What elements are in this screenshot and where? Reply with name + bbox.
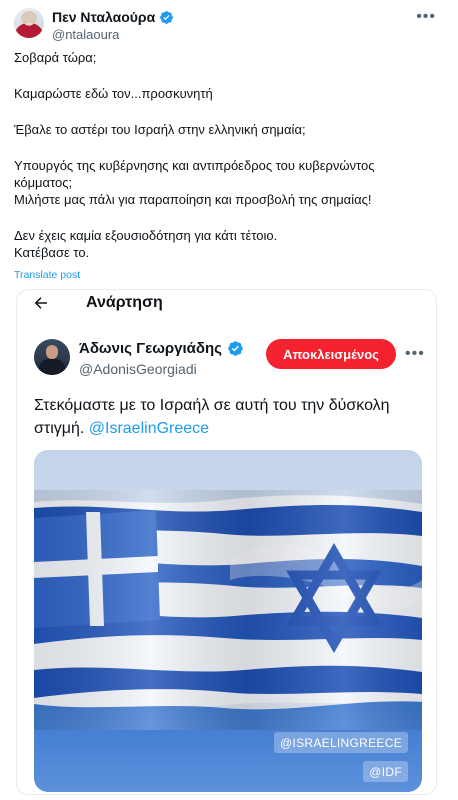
tweet-line: Μιλήστε μας πάλι για παραποίηση και προσ… — [14, 192, 372, 207]
author-display-name[interactable]: Πεν Νταλαούρα — [52, 9, 155, 25]
embed-post-text: Στεκόμαστε με το Ισραήλ σε αυτή του την … — [34, 394, 429, 440]
embed-author-name-row: Άδωνις Γεωργιάδης — [79, 340, 244, 357]
tweet-line: Έβαλε το αστέρι του Ισραήλ στην ελληνική… — [14, 122, 306, 137]
blocked-button[interactable]: Αποκλεισμένος — [266, 339, 396, 369]
watermark-idf: @IDF — [363, 761, 408, 782]
arrow-left-icon[interactable] — [32, 294, 50, 312]
verified-badge-icon — [228, 341, 243, 356]
embed-author-name[interactable]: Άδωνις Γεωργιάδης — [79, 340, 222, 357]
tweet-line: Σοβαρά τώρα; — [14, 50, 97, 65]
tweet: Πεν Νταλαούρα @ntalaoura ••• Σοβαρά τώρα… — [0, 0, 458, 800]
embed-header: Ανάρτηση — [17, 290, 436, 320]
tweet-text: Σοβαρά τώρα; Καμαρώστε εδώ τον...προσκυν… — [14, 49, 434, 261]
author-name-row: Πεν Νταλαούρα — [52, 9, 174, 25]
embed-media-image[interactable]: @ISRAELINGREECE @IDF — [34, 450, 422, 792]
translate-post-link[interactable]: Translate post — [14, 269, 80, 281]
embedded-screenshot[interactable]: Ανάρτηση Άδωνις Γεωργιάδης @AdonisGeorgi… — [16, 289, 437, 795]
tweet-line: Καμαρώστε εδώ τον...προσκυνητή — [14, 86, 213, 101]
embed-more-options-icon[interactable]: ••• — [405, 345, 425, 363]
embed-mention-link[interactable]: @IsraelinGreece — [89, 420, 209, 437]
more-options-icon[interactable]: ••• — [416, 8, 436, 26]
verified-badge-icon — [160, 10, 174, 24]
tweet-line: Υπουργός της κυβέρνησης και αντιπρόεδρος… — [14, 158, 375, 190]
embed-header-title: Ανάρτηση — [86, 294, 163, 311]
embed-post-body: Στεκόμαστε με το Ισραήλ σε αυτή του την … — [34, 397, 390, 437]
author-handle[interactable]: @ntalaoura — [52, 27, 119, 42]
author-avatar[interactable] — [14, 8, 44, 38]
tweet-line: Κατέβασε το. — [14, 245, 90, 260]
tweet-line: Δεν έχεις καμία εξουσιοδότηση για κάτι τ… — [14, 228, 278, 243]
watermark-israelingreece: @ISRAELINGREECE — [273, 732, 408, 753]
embed-author-avatar[interactable] — [34, 339, 70, 375]
embed-author-handle[interactable]: @AdonisGeorgiadi — [79, 361, 197, 377]
